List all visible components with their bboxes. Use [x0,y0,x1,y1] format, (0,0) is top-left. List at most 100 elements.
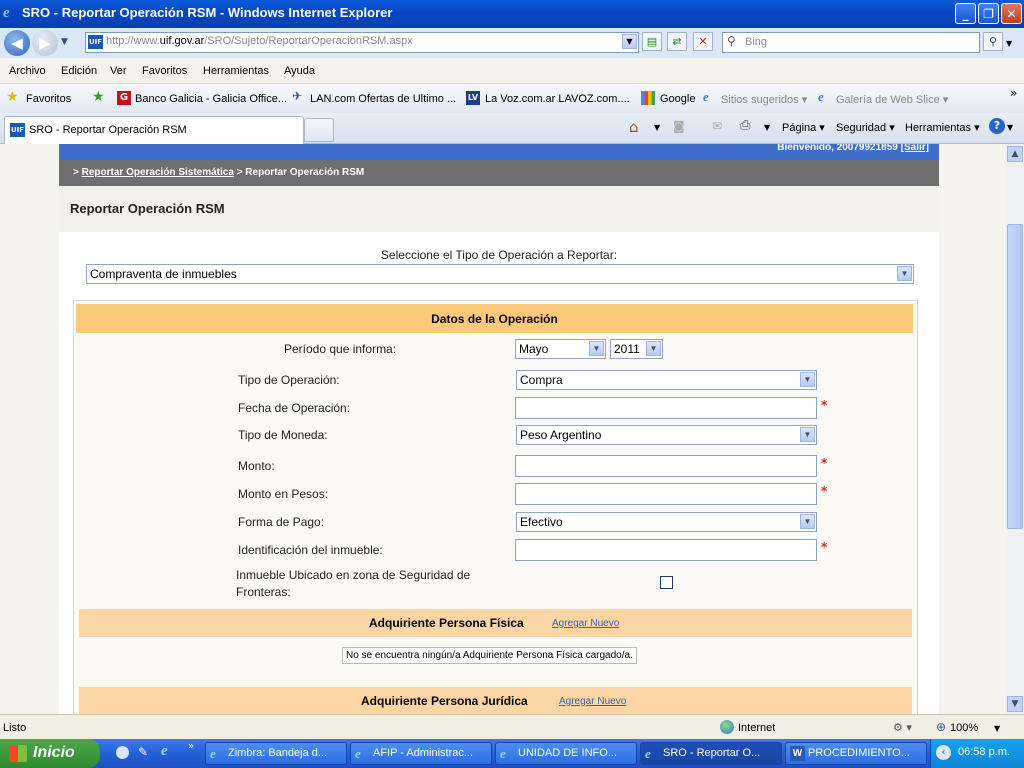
tipo-operacion-select[interactable]: Compra ▼ [516,370,817,390]
minimize-button[interactable]: _ [955,3,976,24]
required-mark: * [821,484,828,498]
periodo-label: Período que informa: [284,342,397,356]
tab-label: SRO - Reportar Operación RSM [29,124,187,136]
agregar-juridica-link[interactable]: Agregar Nuevo [559,696,626,707]
scroll-thumb[interactable] [1007,224,1023,529]
fav-lan[interactable]: LAN.com Ofertas de Ultimo ... [310,93,456,105]
print-icon[interactable]: ⎙ [740,118,750,133]
refresh-icon[interactable]: ⇄ [667,32,687,51]
menu-edicion[interactable]: Edición [61,65,97,77]
required-mark: * [821,398,828,412]
menu-archivo[interactable]: Archivo [9,65,46,77]
task-sro[interactable]: e SRO - Reportar O... [640,742,782,765]
operation-type-select[interactable]: Compraventa de inmuebles ▼ [86,264,914,284]
tipo-operacion-value: Compra [520,373,563,387]
identificacion-input[interactable] [515,539,817,561]
tab-sro[interactable]: UIF SRO - Reportar Operación RSM [4,116,304,144]
zoom-icon: ⊕ [936,720,947,734]
start-button[interactable]: Inicio [0,739,100,768]
ie-icon: e [500,746,506,761]
quicklaunch-more-icon[interactable]: » [188,741,194,752]
print-dropdown-icon[interactable]: ▼ [764,123,770,132]
favorites-star-icon: ★ [6,89,19,105]
favorites-more-button[interactable]: » [1010,86,1017,100]
ie-icon: e [3,5,10,21]
site-container: Bienvenido, 20079921859 [Salir] > Report… [59,144,939,714]
security-menu[interactable]: Seguridad ▾ [836,121,895,134]
fav-sitios-sugeridos[interactable]: Sitios sugeridos ▾ [721,93,807,106]
new-tab-button[interactable] [304,118,334,142]
scroll-up-button[interactable]: ▲ [1007,146,1023,162]
monto-input[interactable] [515,455,817,477]
fav-lavoz[interactable]: La Voz.com.ar LAVOZ.com.... [485,93,630,105]
periodo-year-select[interactable]: 2011 ▼ [610,339,663,359]
close-window-button[interactable]: ✕ [1001,3,1022,24]
page-menu[interactable]: Página ▾ [782,121,825,134]
menu-herramientas[interactable]: Herramientas [203,65,269,77]
quicklaunch-edit-icon[interactable]: ✎ [138,745,148,759]
adquiriente-fisica-header: Adquiriente Persona Física Agregar Nuevo [79,609,912,637]
adquiriente-fisica-title: Adquiriente Persona Física [369,616,524,630]
help-dropdown-icon[interactable]: ▼ [1007,123,1013,132]
fecha-operacion-input[interactable] [515,397,817,419]
favorites-button[interactable]: Favoritos [26,93,71,105]
compat-view-icon[interactable]: ▤ [642,32,662,51]
window-title-bar[interactable]: e SRO - Reportar Operación RSM - Windows… [0,0,1024,28]
operation-type-value: Compraventa de inmuebles [90,267,237,281]
history-dropdown-icon[interactable]: ▼ [61,37,68,47]
menu-ver[interactable]: Ver [110,65,127,77]
frontera-checkbox[interactable] [660,576,673,589]
task-zimbra[interactable]: e Zimbra: Bandeja d... [205,742,347,765]
menu-favoritos[interactable]: Favoritos [142,65,187,77]
monto-pesos-input[interactable] [515,483,817,505]
task-afip[interactable]: e AFIP - Administrac... [350,742,492,765]
zoom-level[interactable]: 100% [950,722,978,734]
help-icon[interactable]: ? [989,118,1005,134]
search-button[interactable]: ⚲ [983,32,1003,51]
site-favicon: UIF [88,35,103,49]
page-header: Reportar Operación RSM [59,186,939,232]
forward-button[interactable]: ▶ [32,30,58,56]
zoom-dropdown-icon[interactable]: ▼ [994,724,1000,733]
operation-type-label: Seleccione el Tipo de Operación a Report… [380,248,618,262]
tipo-moneda-select[interactable]: Peso Argentino ▼ [516,425,817,445]
forma-pago-select[interactable]: Efectivo ▼ [516,512,817,532]
feeds-icon[interactable]: ◙ [673,119,685,133]
breadcrumb-link[interactable]: Reportar Operación Sistemática [82,167,234,178]
stop-icon[interactable]: ✕ [693,32,713,51]
add-favorite-icon[interactable]: ★ [92,89,105,105]
maximize-button[interactable]: ❐ [978,3,999,24]
search-options-icon[interactable]: ▼ [1006,39,1012,48]
agregar-fisica-link[interactable]: Agregar Nuevo [552,618,619,629]
task-unidad[interactable]: e UNIDAD DE INFO... [495,742,637,765]
fav-web-slice[interactable]: Galería de Web Slice ▾ [836,93,948,106]
mail-icon[interactable]: ✉ [712,119,722,133]
search-input[interactable]: ⚲ Bing [722,32,980,53]
lavoz-icon: LV [466,91,480,105]
status-text: Listo [3,722,27,734]
quicklaunch-media-icon[interactable] [116,746,129,759]
periodo-month-select[interactable]: Mayo ▼ [515,339,606,359]
magnifier-icon: ⚲ [727,34,736,48]
ie-icon: e [645,746,651,761]
home-dropdown-icon[interactable]: ▼ [654,123,660,132]
google-icon [641,91,655,105]
scroll-down-button[interactable]: ▼ [1007,696,1023,712]
vertical-scrollbar[interactable]: ▲ ▼ [1006,144,1024,714]
protected-mode-icon[interactable]: ⚙ ▾ [893,721,912,734]
logout-link[interactable]: [Salir] [901,144,929,153]
address-input[interactable]: UIF http://www.uif.gov.ar/SRO/Sujeto/Rep… [85,32,639,53]
home-icon[interactable]: ⌂ [629,118,639,136]
task-procedimiento[interactable]: W PROCEDIMIENTO... [785,742,927,765]
fav-banco-galicia[interactable]: Banco Galicia - Galicia Office... [135,93,287,105]
tools-menu[interactable]: Herramientas ▾ [905,121,980,134]
back-button[interactable]: ◀ [4,30,30,56]
tray-expand-icon[interactable]: ‹ [936,745,951,760]
address-dropdown-icon[interactable]: ▼ [622,34,637,49]
menu-ayuda[interactable]: Ayuda [284,65,315,77]
tipo-moneda-value: Peso Argentino [520,428,602,442]
quicklaunch-ie-icon[interactable]: e [161,743,168,760]
fav-google[interactable]: Google [660,93,695,105]
top-strip: Bienvenido, 20079921859 [Salir] [59,144,939,160]
status-bar: Listo Internet ⚙ ▾ ⊕ 100% ▼ [0,714,1024,740]
